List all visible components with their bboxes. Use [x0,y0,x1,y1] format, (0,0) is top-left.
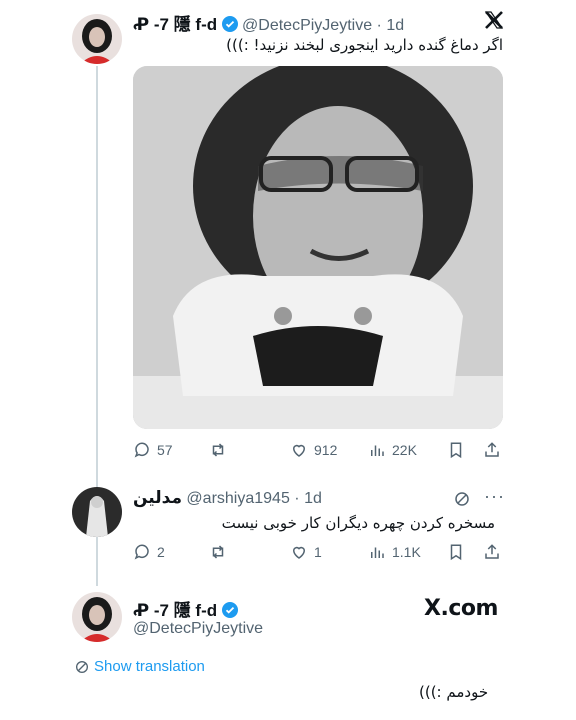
reply-bookmark-button[interactable] [447,543,465,561]
author-handle[interactable]: @DetecPiyJeytive [242,17,372,34]
bottom-author-handle[interactable]: @DetecPiyJeytive [133,620,263,638]
heart-icon [292,546,306,559]
reply-button[interactable]: 57 [133,441,173,459]
more-options-icon[interactable]: ··· [484,486,505,507]
show-translation-label[interactable]: Show translation [94,658,205,675]
reply-time[interactable]: · 1d [294,490,322,507]
tweet-time[interactable]: · 1d [377,17,405,34]
like-count: 912 [314,442,338,458]
reply-author-name[interactable]: مدلین [133,488,182,507]
author-name[interactable]: Ꝓ -7 隱 f-d [133,15,217,34]
reply-icon [134,544,149,560]
reply-share-button[interactable] [483,543,501,561]
xcom-brand: X.com [424,596,498,621]
share-icon [485,442,499,457]
reply-avatar[interactable] [72,487,122,537]
verified-badge-icon [221,602,238,618]
reply-icon [134,442,149,458]
tweet-photo[interactable] [133,66,503,429]
views-button[interactable]: 22K [368,441,417,459]
bottom-avatar[interactable] [72,592,122,642]
reply-like-count: 1 [314,544,322,560]
translate-icon [76,660,88,673]
reply-reply-count: 2 [157,544,165,560]
retweet-icon [212,545,224,559]
reply-text: مسخره کردن چهره دیگران کار خوبی نیست [221,514,495,532]
heart-icon [292,444,306,457]
bottom-header: Ꝓ -7 隱 f-d [133,596,238,621]
tweet-header: Ꝓ -7 隱 f-d @DetecPiyJeytive · 1d [133,10,404,35]
retweet-button[interactable] [209,441,233,459]
bookmark-button[interactable] [447,441,465,459]
reply-count: 57 [157,442,173,458]
views-chart-icon [371,547,384,558]
bookmark-icon [450,442,462,459]
reply-reply-button[interactable]: 2 [133,543,165,561]
reply-header: مدلین @arshiya1945 · 1d [133,488,322,508]
bottom-author-name[interactable]: Ꝓ -7 隱 f-d [133,601,217,620]
view-count: 22K [392,442,417,458]
tweet-text: اگر دماغ گنده دارید اینجوری لبخند نزنید!… [226,36,503,54]
reply-views-button[interactable]: 1.1K [368,543,421,561]
verified-badge-icon [221,16,238,32]
bottom-tweet-text: خودمم :))) [419,683,489,701]
no-translate-icon[interactable] [453,490,471,513]
bookmark-icon [450,544,462,561]
share-icon [485,544,499,559]
reply-author-handle[interactable]: @arshiya1945 [186,490,289,507]
retweet-icon [212,443,224,457]
like-button[interactable]: 912 [290,441,337,459]
share-button[interactable] [483,441,501,459]
views-chart-icon [371,445,384,456]
reply-retweet-button[interactable] [209,543,233,561]
reply-view-count: 1.1K [392,544,421,560]
x-logo-icon[interactable] [484,10,504,35]
avatar[interactable] [72,14,122,64]
show-translation-link[interactable]: Show translation [74,658,205,675]
reply-like-button[interactable]: 1 [290,543,322,561]
